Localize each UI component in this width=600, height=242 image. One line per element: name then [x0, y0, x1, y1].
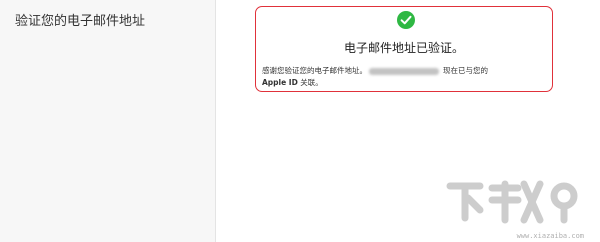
- verification-page: 验证您的电子邮件地址 电子邮件地址已验证。 感谢您验证您的电子邮件地址。 现在已与…: [0, 0, 600, 242]
- verification-success-panel: 电子邮件地址已验证。 感谢您验证您的电子邮件地址。 现在已与您的 Apple ID…: [255, 6, 553, 92]
- download-site-watermark-logo: [446, 180, 578, 224]
- watermark-url: www.xiazaiba.com: [516, 232, 584, 240]
- verification-message: 感谢您验证您的电子邮件地址。 现在已与您的 Apple ID 关联。: [262, 65, 548, 89]
- message-suffix: 现在已与您的: [443, 66, 488, 75]
- checkmark-icon: [397, 11, 415, 29]
- apple-id-label: Apple ID: [262, 78, 298, 87]
- message-end: 关联。: [300, 78, 323, 87]
- message-prefix: 感谢您验证您的电子邮件地址。: [262, 66, 367, 75]
- verification-heading: 电子邮件地址已验证。: [343, 41, 464, 55]
- sidebar-title: 验证您的电子邮件地址: [15, 14, 146, 29]
- sidebar: 验证您的电子邮件地址: [0, 0, 216, 242]
- message-line-2: Apple ID 关联。: [262, 77, 548, 89]
- blurred-email-address: [369, 67, 439, 75]
- main-content: 电子邮件地址已验证。 感谢您验证您的电子邮件地址。 现在已与您的 Apple ID…: [217, 0, 600, 242]
- message-line-1: 感谢您验证您的电子邮件地址。 现在已与您的: [262, 65, 548, 77]
